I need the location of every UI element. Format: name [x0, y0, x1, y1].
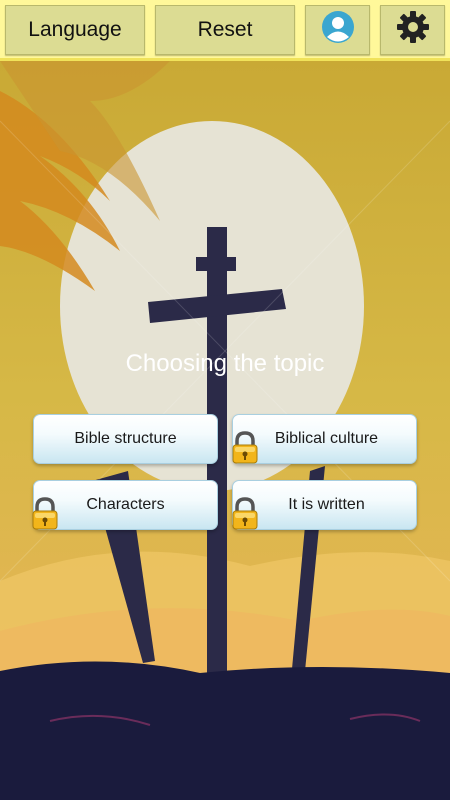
- topic-biblical-culture-button[interactable]: Biblical culture: [232, 414, 417, 464]
- topic-label: It is written: [288, 496, 365, 513]
- user-icon: [321, 10, 355, 50]
- language-button[interactable]: Language: [5, 5, 145, 55]
- topic-label: Characters: [86, 496, 165, 513]
- topic-label: Biblical culture: [274, 430, 379, 447]
- settings-button[interactable]: [380, 5, 445, 55]
- reset-button[interactable]: Reset: [155, 5, 295, 55]
- profile-button[interactable]: [305, 5, 370, 55]
- topic-label: Bible structure: [74, 430, 177, 447]
- lock-icon: [231, 497, 259, 531]
- topic-it-is-written-button[interactable]: It is written: [232, 480, 417, 530]
- lock-icon: [231, 431, 259, 465]
- top-toolbar: Language Reset: [0, 0, 450, 61]
- topic-characters-button[interactable]: Characters: [33, 480, 218, 530]
- lock-icon: [31, 497, 59, 531]
- topic-bible-structure-button[interactable]: Bible structure: [33, 414, 218, 464]
- page-title: Choosing the topic: [125, 350, 325, 377]
- gear-icon: [395, 9, 431, 51]
